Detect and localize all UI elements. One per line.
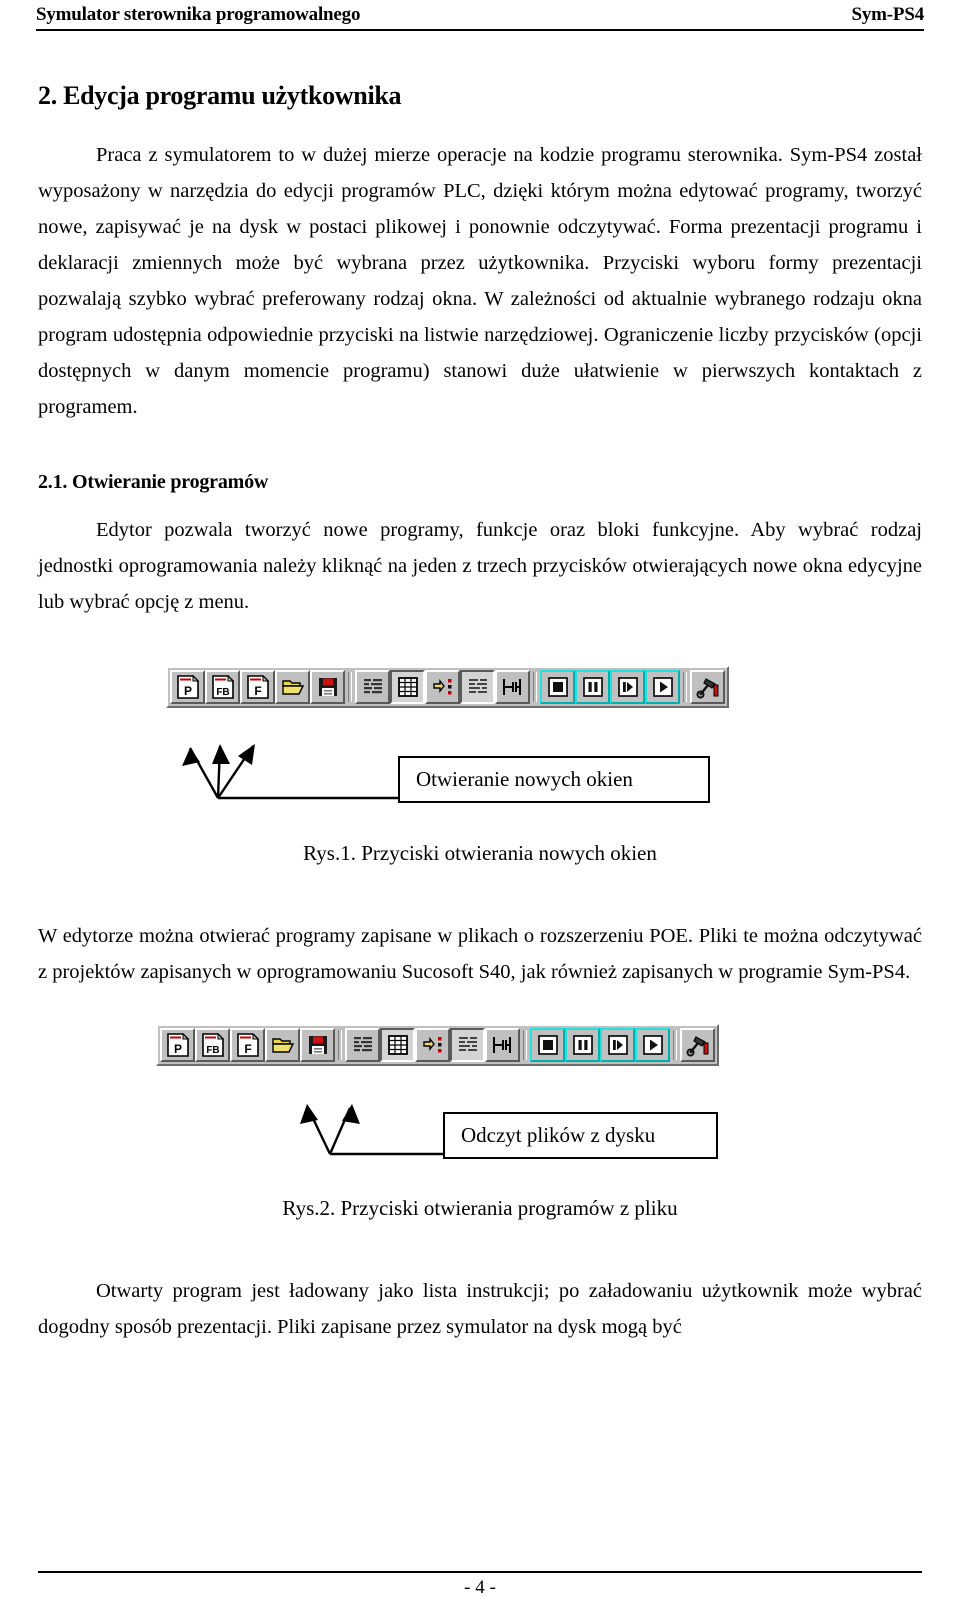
instruction-list-icon xyxy=(363,679,382,694)
floppy-disk-icon xyxy=(318,678,337,696)
page-fb-icon: FB xyxy=(211,675,234,699)
dotted-text-icon xyxy=(458,1037,477,1051)
pause-button[interactable] xyxy=(575,670,610,704)
run-button[interactable] xyxy=(635,1028,670,1062)
save-file-button[interactable] xyxy=(300,1028,335,1062)
toolbar-separator xyxy=(533,672,537,702)
page-footer: - 4 - xyxy=(38,1571,922,1599)
step-button[interactable] xyxy=(600,1028,635,1062)
open-folder-icon xyxy=(271,1038,294,1053)
ladder-rung-icon xyxy=(492,1037,511,1053)
new-function-button[interactable]: F xyxy=(230,1028,265,1062)
step-forward-icon xyxy=(607,1035,628,1055)
instruction-list-view-button[interactable] xyxy=(345,1028,380,1062)
header-product-name: Sym-PS4 xyxy=(851,4,925,25)
build-tools-button[interactable] xyxy=(680,1028,715,1062)
open-folder-icon xyxy=(281,680,304,695)
svg-text:F: F xyxy=(244,1042,251,1056)
running-header: Symulator sterownika programowalnego Sym… xyxy=(36,0,924,31)
figure-1-caption: Rys.1. Przyciski otwierania nowych okien xyxy=(303,841,657,865)
svg-text:FB: FB xyxy=(206,1045,219,1056)
hand-pointer-icon xyxy=(432,679,451,695)
ladder-view-button[interactable] xyxy=(495,670,530,704)
page-f-icon: F xyxy=(236,1033,259,1057)
pause-button[interactable] xyxy=(565,1028,600,1062)
table-view-button[interactable] xyxy=(380,1028,415,1062)
step-forward-icon xyxy=(617,677,638,697)
stop-square-icon xyxy=(537,1035,558,1055)
toolbar-2[interactable]: P FB F xyxy=(156,1024,719,1066)
subsection-heading: 2.1. Otwieranie programów xyxy=(38,471,269,493)
toolbar-1[interactable]: P FB F xyxy=(166,666,729,708)
hammer-wrench-icon xyxy=(686,1036,708,1057)
hand-pointer-icon xyxy=(422,1037,441,1053)
svg-text:FB: FB xyxy=(216,687,229,698)
subsection-paragraph-2: W edytorze można otwierać programy zapis… xyxy=(38,925,922,983)
instruction-list-view-button[interactable] xyxy=(355,670,390,704)
section-heading: 2. Edycja programu użytkownika xyxy=(38,81,402,110)
stop-button[interactable] xyxy=(530,1028,565,1062)
figure-1-callout-box: Otwieranie nowych okien xyxy=(398,756,710,803)
play-triangle-icon xyxy=(652,677,673,697)
subsection-paragraph-3: Otwarty program jest ładowany jako lista… xyxy=(38,1280,922,1338)
stop-button[interactable] xyxy=(540,670,575,704)
toolbar-separator xyxy=(683,672,687,702)
toolbar-separator xyxy=(523,1030,527,1060)
page-f-icon: F xyxy=(246,675,269,699)
new-program-button[interactable]: P xyxy=(170,670,205,704)
new-program-button[interactable]: P xyxy=(160,1028,195,1062)
run-button[interactable] xyxy=(645,670,680,704)
svg-text:P: P xyxy=(183,684,191,698)
page-fb-icon: FB xyxy=(201,1033,224,1057)
figure-2-caption: Rys.2. Przyciski otwierania programów z … xyxy=(282,1196,678,1220)
document-page: Symulator sterownika programowalnego Sym… xyxy=(0,0,960,1607)
hammer-wrench-icon xyxy=(696,678,718,699)
subsection-paragraph-1: Edytor pozwala tworzyć nowe programy, fu… xyxy=(38,519,922,613)
source-text-view-button[interactable] xyxy=(450,1028,485,1062)
toolbar-separator xyxy=(338,1030,342,1060)
figure-2-callout-text: Odczyt plików z dysku xyxy=(461,1123,656,1147)
step-button[interactable] xyxy=(610,670,645,704)
new-function-block-button[interactable]: FB xyxy=(195,1028,230,1062)
figure-2: P FB F Odczyt plików z dysku Rys.2. Przy… xyxy=(38,1024,922,1239)
page-p-icon: P xyxy=(176,675,199,699)
pause-bars-icon xyxy=(582,677,603,697)
variable-declaration-button[interactable] xyxy=(425,670,460,704)
figure-2-callout-box: Odczyt plików z dysku xyxy=(443,1112,718,1159)
play-triangle-icon xyxy=(642,1035,663,1055)
pause-bars-icon xyxy=(572,1035,593,1055)
figure-1: P FB F Otwieranie nowych okien Rys.1. Pr… xyxy=(38,666,922,884)
ladder-rung-icon xyxy=(502,679,521,695)
save-file-button[interactable] xyxy=(310,670,345,704)
svg-text:P: P xyxy=(173,1042,181,1056)
toolbar-separator xyxy=(348,672,352,702)
build-tools-button[interactable] xyxy=(690,670,725,704)
toolbar-separator xyxy=(673,1030,677,1060)
section-paragraph-1: Praca z symulatorem to w dużej mierze op… xyxy=(38,144,922,418)
floppy-disk-icon xyxy=(308,1036,327,1054)
grid-table-icon xyxy=(387,1035,408,1055)
instruction-list-icon xyxy=(353,1037,372,1052)
source-text-view-button[interactable] xyxy=(460,670,495,704)
figure-1-callout-text: Otwieranie nowych okien xyxy=(416,767,633,791)
page-number: - 4 - xyxy=(464,1577,496,1598)
grid-table-icon xyxy=(397,677,418,697)
svg-text:F: F xyxy=(254,684,261,698)
variable-declaration-button[interactable] xyxy=(415,1028,450,1062)
open-file-button[interactable] xyxy=(265,1028,300,1062)
table-view-button[interactable] xyxy=(390,670,425,704)
ladder-view-button[interactable] xyxy=(485,1028,520,1062)
dotted-text-icon xyxy=(468,679,487,693)
page-p-icon: P xyxy=(166,1033,189,1057)
new-function-block-button[interactable]: FB xyxy=(205,670,240,704)
new-function-button[interactable]: F xyxy=(240,670,275,704)
stop-square-icon xyxy=(547,677,568,697)
open-file-button[interactable] xyxy=(275,670,310,704)
header-document-title: Symulator sterownika programowalnego xyxy=(36,4,361,25)
